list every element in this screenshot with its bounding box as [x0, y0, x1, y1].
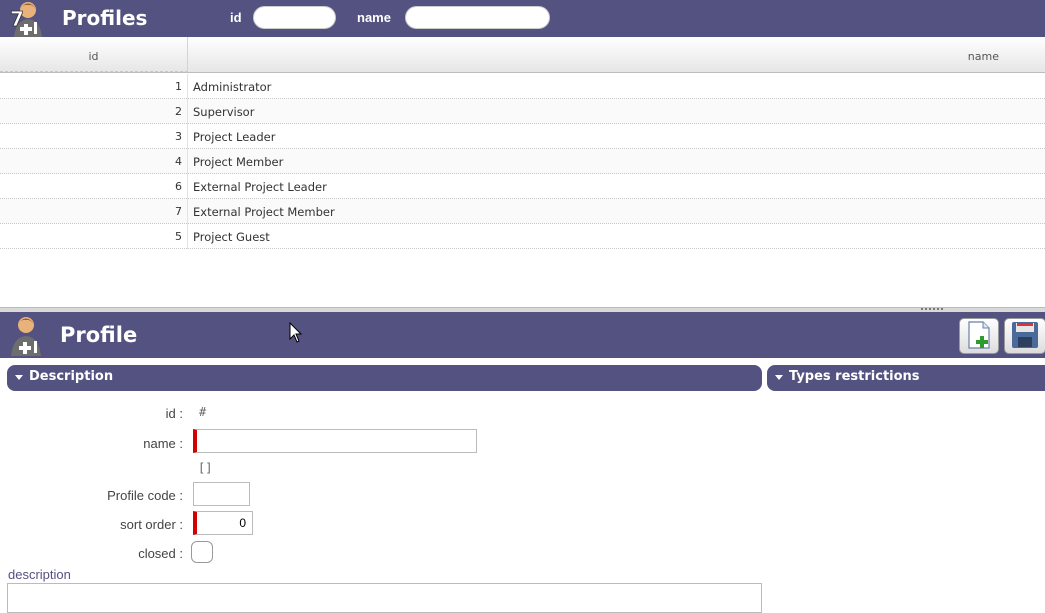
section-description[interactable]: Description — [7, 365, 762, 391]
id-filter-input[interactable] — [253, 6, 336, 29]
cell-id: 6 — [0, 174, 188, 199]
id-value: # — [199, 405, 207, 419]
save-button[interactable] — [1004, 318, 1045, 354]
list-header: 7 Profiles id name — [0, 0, 1045, 37]
profiles-app-icon: 7 — [10, 2, 42, 37]
closed-checkbox[interactable] — [191, 541, 213, 563]
cell-name: Administrator — [193, 80, 272, 94]
id-filter-label: id — [230, 10, 242, 25]
detail-title: Profile — [60, 323, 138, 347]
table-row[interactable]: 2 Supervisor — [0, 99, 1045, 124]
grid-header: id name — [0, 37, 1045, 73]
new-document-icon — [968, 320, 990, 349]
section-types-restrictions-label: Types restrictions — [789, 369, 920, 384]
table-row[interactable]: 5 Project Guest — [0, 224, 1045, 249]
description-editor[interactable] — [7, 583, 762, 613]
table-row[interactable]: 1 Administrator — [0, 74, 1045, 99]
section-description-label: Description — [29, 369, 114, 384]
table-row[interactable]: 4 Project Member — [0, 149, 1045, 174]
name-filter-label: name — [357, 10, 391, 25]
cell-name: Project Guest — [193, 230, 270, 244]
name-extra-value: [] — [198, 461, 213, 475]
name-label: name : — [143, 436, 183, 451]
section-types-restrictions[interactable]: Types restrictions — [767, 365, 1045, 391]
grid-body: 1 Administrator 2 Supervisor 3 Project Leader… — [0, 74, 1045, 249]
floppy-save-icon — [1012, 321, 1038, 348]
new-button[interactable] — [959, 318, 999, 354]
name-input[interactable] — [193, 429, 477, 453]
cell-name: Project Member — [193, 155, 284, 169]
cell-id: 4 — [0, 149, 188, 174]
cell-name: External Project Leader — [193, 180, 327, 194]
profile-code-label: Profile code : — [107, 488, 183, 503]
name-filter-input[interactable] — [405, 6, 550, 29]
sort-order-input[interactable] — [193, 511, 253, 535]
column-header-id[interactable]: id — [0, 37, 188, 72]
splitter-grip-icon[interactable] — [921, 308, 943, 311]
cell-id: 1 — [0, 74, 188, 99]
list-title: Profiles — [62, 6, 148, 30]
cell-id: 5 — [0, 224, 188, 249]
profile-code-input[interactable] — [193, 482, 250, 506]
id-label: id : — [165, 406, 183, 421]
cell-name: Project Leader — [193, 130, 276, 144]
detail-header: Profile — [0, 312, 1045, 358]
collapse-triangle-icon — [775, 375, 783, 380]
closed-label: closed : — [138, 546, 183, 561]
column-header-name[interactable]: name — [968, 37, 999, 77]
table-row[interactable]: 6 External Project Leader — [0, 174, 1045, 199]
table-row[interactable]: 3 Project Leader — [0, 124, 1045, 149]
description-label: description — [8, 567, 71, 582]
cell-id: 3 — [0, 124, 188, 149]
cell-id: 2 — [0, 99, 188, 124]
profile-icon — [11, 317, 41, 356]
cell-name: External Project Member — [193, 205, 335, 219]
cell-name: Supervisor — [193, 105, 255, 119]
table-row[interactable]: 7 External Project Member — [0, 199, 1045, 224]
sort-order-label: sort order : — [120, 517, 183, 532]
collapse-triangle-icon — [15, 375, 23, 380]
mouse-cursor-icon — [289, 322, 303, 343]
cell-id: 7 — [0, 199, 188, 224]
